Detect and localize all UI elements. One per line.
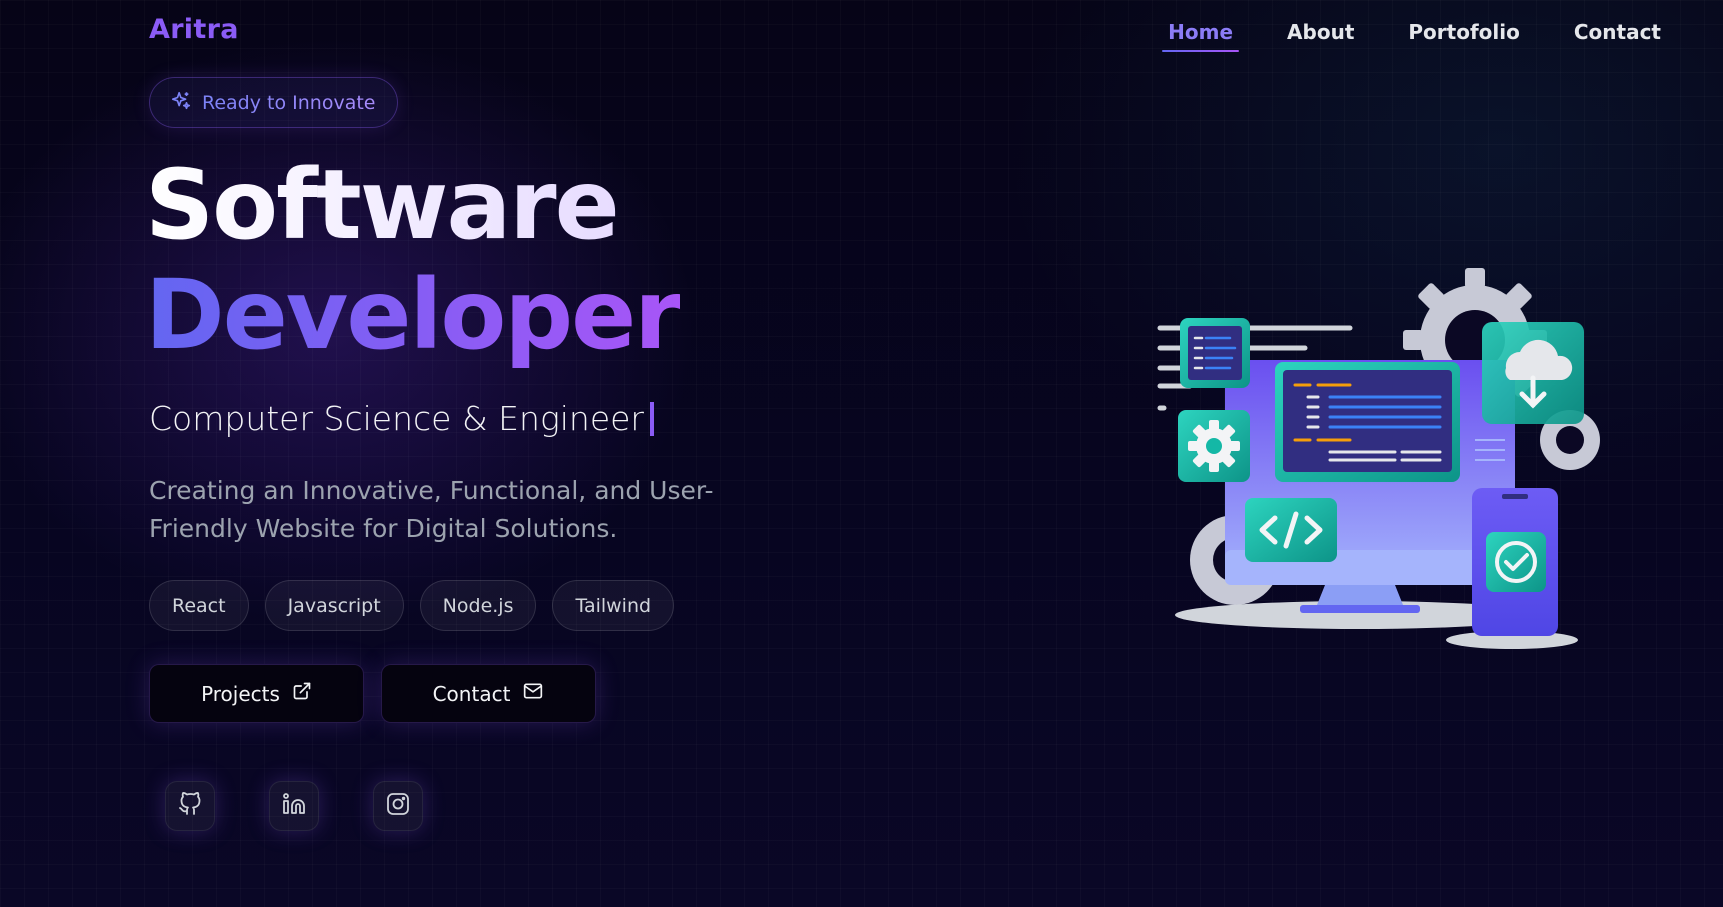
- hero-title-line1: Software: [145, 149, 620, 261]
- tag-tailwind: Tailwind: [552, 580, 675, 631]
- instagram-icon: [386, 792, 410, 820]
- mail-icon: [522, 681, 544, 706]
- instagram-link[interactable]: [373, 781, 423, 831]
- sparkles-icon: [170, 90, 192, 116]
- brand-logo[interactable]: Aritra: [149, 14, 239, 45]
- main-nav: Home About Portofolio Contact: [1120, 18, 1667, 52]
- badge-label: Ready to Innovate: [202, 91, 376, 114]
- hero-description: Creating an Innovative, Functional, and …: [149, 476, 714, 543]
- nav-contact[interactable]: Contact: [1568, 18, 1667, 52]
- linkedin-icon: [282, 792, 306, 820]
- nav-home[interactable]: Home: [1162, 18, 1239, 52]
- tag-javascript: Javascript: [264, 580, 404, 631]
- projects-button[interactable]: Projects: [149, 664, 364, 723]
- nav-about[interactable]: About: [1281, 18, 1360, 52]
- tech-tags: React Javascript Node.js Tailwind: [149, 580, 675, 631]
- hero-subtitle: Computer Science & Engineer: [149, 399, 654, 438]
- typing-cursor: [650, 401, 654, 436]
- contact-button[interactable]: Contact: [381, 664, 596, 723]
- external-link-icon: [292, 681, 312, 706]
- github-link[interactable]: [165, 781, 215, 831]
- tag-nodejs: Node.js: [419, 580, 537, 631]
- github-icon: [178, 792, 202, 820]
- hero-title-line2: Developer: [145, 259, 682, 371]
- nav-portofolio[interactable]: Portofolio: [1402, 18, 1525, 52]
- social-links: [165, 781, 423, 831]
- contact-button-label: Contact: [432, 681, 511, 706]
- hero-actions: Projects Contact: [149, 664, 596, 723]
- subtitle-text: Computer Science & Engineer: [149, 399, 644, 438]
- tag-react: React: [149, 580, 249, 631]
- developer-illustration: [1150, 260, 1620, 660]
- projects-button-label: Projects: [201, 681, 280, 706]
- linkedin-link[interactable]: [269, 781, 319, 831]
- ready-badge: Ready to Innovate: [149, 77, 399, 128]
